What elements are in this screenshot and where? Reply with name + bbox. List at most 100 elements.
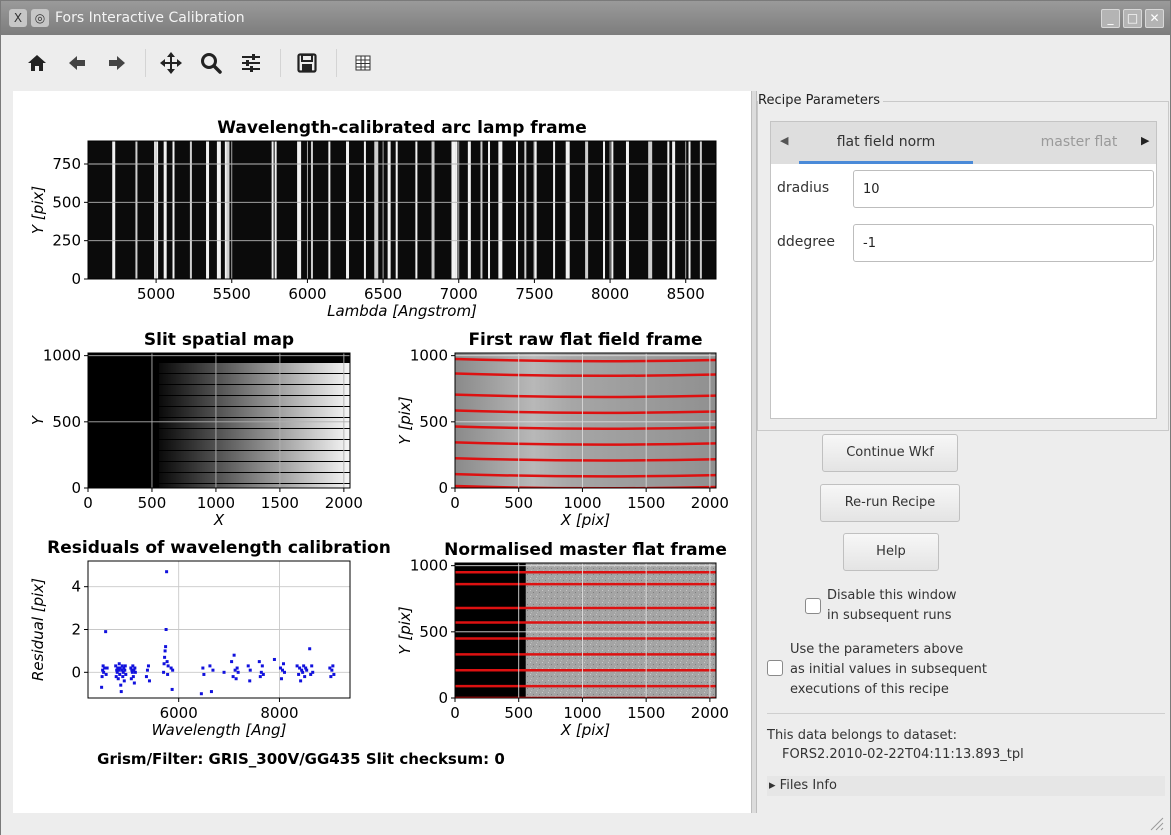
slit-band bbox=[159, 473, 350, 483]
rawflat-title: First raw flat field frame bbox=[468, 330, 702, 350]
slit-xtick-label: 500 bbox=[138, 494, 167, 512]
x11-app-icon[interactable]: X bbox=[9, 9, 27, 27]
close-button[interactable]: ✕ bbox=[1145, 9, 1164, 28]
rerun-recipe-button[interactable]: Re-run Recipe bbox=[820, 484, 960, 522]
arc-line bbox=[667, 141, 670, 279]
resid-point bbox=[202, 672, 206, 676]
grid-icon[interactable] bbox=[351, 51, 375, 75]
resid-point bbox=[145, 668, 149, 672]
normflat-ylabel: Y [pix] bbox=[396, 606, 414, 654]
tab-flat-field-norm[interactable]: flat field norm bbox=[799, 122, 973, 164]
tab-master-flat[interactable]: master flat bbox=[1029, 122, 1129, 164]
resid-point bbox=[162, 662, 166, 666]
help-button[interactable]: Help bbox=[843, 533, 939, 571]
rawflat-image bbox=[455, 353, 716, 488]
arc-xlabel: Lambda [Angstrom] bbox=[327, 302, 477, 320]
arc-line bbox=[135, 141, 138, 279]
slit-ylabel: Y bbox=[29, 414, 47, 425]
toolbar-separator bbox=[336, 49, 337, 77]
arc-xtick-label: 5500 bbox=[213, 285, 251, 303]
resid-point bbox=[133, 670, 137, 674]
tab-scroll-left-icon[interactable]: ◀ bbox=[780, 134, 788, 147]
resid-point bbox=[122, 679, 126, 683]
resid-point bbox=[201, 666, 205, 670]
arc-xtick-label: 8500 bbox=[667, 285, 705, 303]
pan-icon[interactable] bbox=[159, 51, 183, 75]
arc-line bbox=[374, 141, 379, 279]
rawflat-ytick-label: 0 bbox=[438, 479, 448, 497]
slit-xtick-label: 2000 bbox=[325, 494, 363, 512]
arc-line bbox=[274, 141, 277, 279]
ddegree-input[interactable] bbox=[853, 224, 1154, 262]
arc-line bbox=[363, 141, 366, 279]
normflat-ytick-label: 500 bbox=[419, 623, 448, 641]
home-icon[interactable] bbox=[25, 51, 49, 75]
resid-point bbox=[235, 666, 239, 670]
arc-line bbox=[565, 141, 570, 279]
slit-band bbox=[159, 363, 350, 373]
resize-grip-icon[interactable] bbox=[1150, 817, 1164, 831]
rawflat-ylabel: Y [pix] bbox=[396, 396, 414, 444]
resid-point bbox=[105, 666, 109, 670]
resid-point bbox=[211, 668, 215, 672]
resid-point bbox=[230, 660, 234, 664]
subplots-icon[interactable] bbox=[239, 51, 263, 75]
slit-xlabel: X bbox=[213, 511, 225, 529]
resid-point bbox=[117, 662, 121, 666]
resid-xtick-label: 8000 bbox=[260, 704, 298, 722]
resid-point bbox=[311, 670, 315, 674]
plot-figure[interactable]: Wavelength-calibrated arc lamp frame 500 0… bbox=[13, 91, 751, 813]
resid-point bbox=[248, 668, 252, 672]
slit-band bbox=[159, 374, 350, 384]
minimize-button[interactable]: _ bbox=[1101, 9, 1120, 28]
slit-band bbox=[159, 462, 350, 472]
continue-wkf-button[interactable]: Continue Wkf bbox=[822, 434, 958, 472]
slit-band bbox=[159, 418, 350, 428]
forward-icon[interactable] bbox=[105, 51, 129, 75]
resid-point bbox=[279, 677, 283, 681]
resid-point bbox=[257, 660, 261, 664]
figure-footer: Grism/Filter: GRIS_300V/GG435 Slit check… bbox=[97, 750, 505, 768]
window-menu-icon[interactable]: ◎ bbox=[31, 9, 49, 27]
arc-ytick-label: 750 bbox=[52, 155, 81, 173]
rawflat-ytick-label: 500 bbox=[419, 413, 448, 431]
arc-line bbox=[585, 141, 589, 279]
rawflat-xtick-label: 2000 bbox=[691, 494, 729, 512]
toolbar-separator bbox=[280, 49, 281, 77]
arc-line bbox=[699, 141, 702, 279]
use-parameters-checkbox[interactable] bbox=[767, 660, 783, 676]
resid-point bbox=[209, 690, 213, 694]
arc-title: Wavelength-calibrated arc lamp frame bbox=[217, 118, 587, 138]
resid-xtick-label: 6000 bbox=[160, 704, 198, 722]
title-bar[interactable]: X ◎ Fors Interactive Calibration _ □ ✕ bbox=[1, 1, 1170, 35]
resid-point bbox=[332, 672, 336, 676]
slit-title: Slit spatial map bbox=[144, 330, 294, 350]
back-icon[interactable] bbox=[65, 51, 89, 75]
disable-window-checkbox[interactable] bbox=[805, 598, 821, 614]
resid-ytick-label: 0 bbox=[71, 663, 81, 681]
resid-point bbox=[165, 570, 169, 574]
resid-point bbox=[170, 687, 174, 691]
zoom-icon[interactable] bbox=[199, 51, 223, 75]
arc-xtick-label: 8000 bbox=[591, 285, 629, 303]
resid-point bbox=[232, 653, 236, 657]
rawflat-xtick-label: 500 bbox=[504, 494, 533, 512]
tab-scroll-right-icon[interactable]: ▶ bbox=[1141, 134, 1149, 147]
resid-point bbox=[131, 675, 135, 679]
maximize-button[interactable]: □ bbox=[1123, 9, 1142, 28]
normflat-ytick-label: 1000 bbox=[410, 557, 448, 575]
use-parameters-label-1: Use the parameters above bbox=[790, 642, 964, 657]
dradius-input[interactable] bbox=[853, 170, 1154, 208]
resid-point bbox=[299, 679, 303, 683]
slit-xtick-label: 1500 bbox=[261, 494, 299, 512]
disable-window-label-2: in subsequent runs bbox=[827, 608, 952, 623]
resid-point bbox=[133, 666, 137, 670]
slit-xtick-label: 0 bbox=[83, 494, 93, 512]
resid-ylabel: Residual [pix] bbox=[29, 578, 47, 681]
save-icon[interactable] bbox=[295, 51, 319, 75]
files-info-expander[interactable]: ▸ Files Info bbox=[767, 776, 1165, 796]
resid-point bbox=[118, 672, 122, 676]
resid-point bbox=[123, 668, 127, 672]
figure-canvas[interactable]: Wavelength-calibrated arc lamp frame 500 0… bbox=[13, 91, 751, 813]
arc-line bbox=[226, 141, 230, 279]
